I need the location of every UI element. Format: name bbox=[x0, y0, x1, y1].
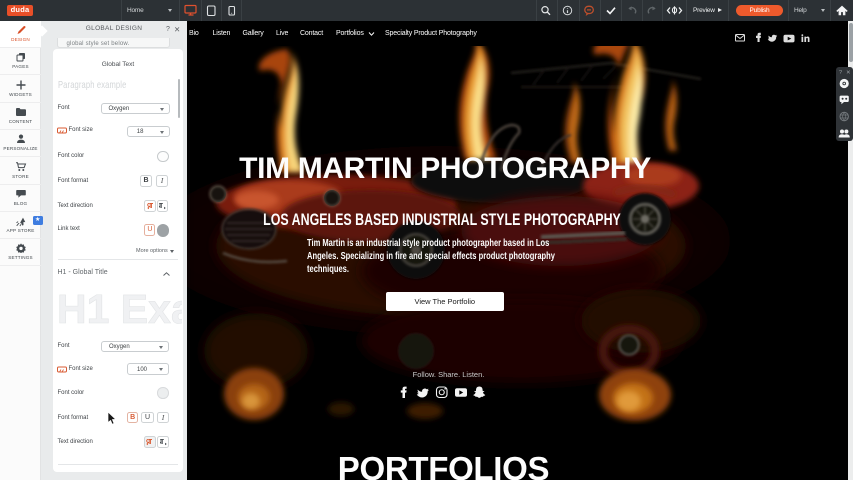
svg-text:✕: ✕ bbox=[846, 70, 851, 76]
svg-text:?: ? bbox=[839, 70, 842, 76]
